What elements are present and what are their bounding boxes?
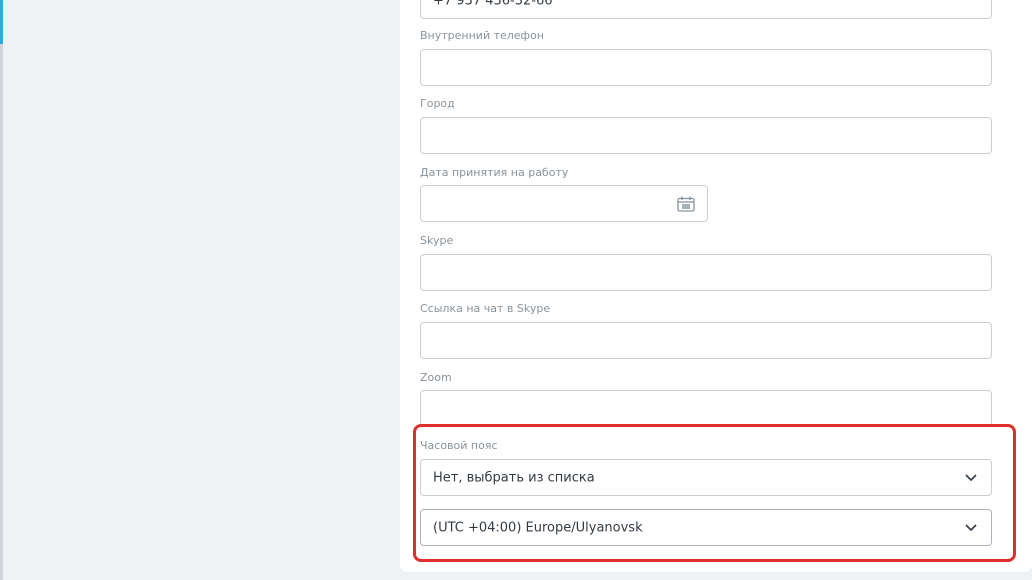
skype-field[interactable]: [420, 254, 992, 291]
phone-value: +7 937 436-32-66: [433, 0, 553, 8]
internal-phone-label: Внутренний телефон: [420, 29, 544, 42]
hire-date-label: Дата принятия на работу: [420, 166, 569, 179]
timezone-mode-select[interactable]: Нет, выбрать из списка: [420, 459, 992, 496]
phone-field[interactable]: +7 937 436-32-66: [420, 0, 992, 19]
chevron-down-icon: [965, 474, 977, 481]
hire-date-field[interactable]: [420, 185, 708, 222]
skype-label: Skype: [420, 234, 454, 247]
timezone-zone-select[interactable]: (UTC +04:00) Europe/Ulyanovsk: [420, 509, 992, 546]
zoom-field[interactable]: [420, 390, 992, 427]
skype-chat-link-label: Ссылка на чат в Skype: [420, 302, 551, 315]
city-field[interactable]: [420, 117, 992, 154]
skype-chat-link-field[interactable]: [420, 322, 992, 359]
chevron-down-icon: [965, 524, 977, 531]
left-accent-bar: [0, 0, 3, 44]
timezone-zone-value: (UTC +04:00) Europe/Ulyanovsk: [433, 520, 643, 535]
left-border-strip: [0, 0, 3, 580]
city-label: Город: [420, 97, 455, 110]
timezone-mode-value: Нет, выбрать из списка: [433, 470, 595, 485]
internal-phone-field[interactable]: [420, 49, 992, 86]
timezone-label: Часовой пояс: [420, 439, 498, 452]
calendar-icon[interactable]: [677, 196, 695, 212]
zoom-label: Zoom: [420, 371, 452, 384]
